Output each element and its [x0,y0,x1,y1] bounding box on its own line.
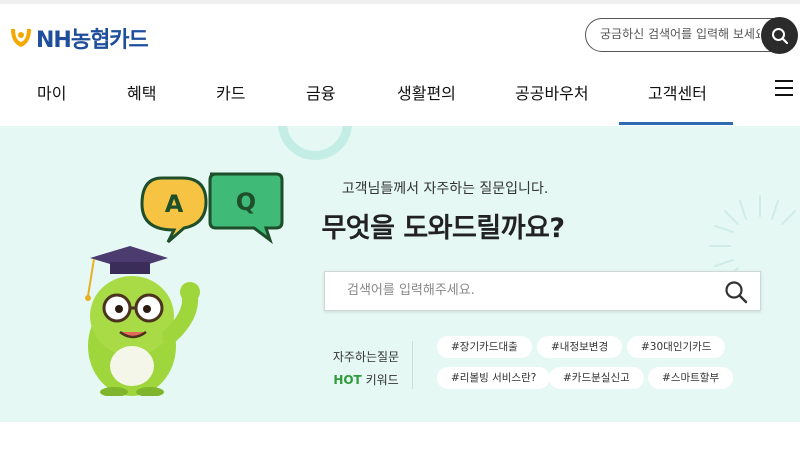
brand-logo[interactable]: NH농협카드 [8,22,149,54]
nh-logo-icon [11,29,31,47]
hot-keywords-rest: 키워드 [361,373,399,387]
hot-keywords-line1: 자주하는질문 [332,350,400,364]
keyword-tag[interactable]: #30대인기카드 [627,336,726,358]
active-tab-indicator [619,122,733,125]
keyword-tag[interactable]: #내정보변경 [537,336,623,358]
faq-search-input[interactable] [347,283,707,298]
nav-item-finance[interactable]: 금융 [306,80,335,104]
search-icon [771,27,788,44]
nav-item-life[interactable]: 생활편의 [397,80,456,104]
faq-hero: A Q 고객님들께서 자주하는 질문입니다. 무엇을 도와드릴까요? 검색어를 … [0,126,800,422]
menu-icon[interactable] [775,80,793,96]
search-icon[interactable] [724,280,748,304]
nav-item-customer-center[interactable]: 고객센터 [648,80,707,104]
keywords-divider [412,341,413,389]
keyword-tag[interactable]: #리볼빙 서비스란? [437,367,551,389]
mascot-illustration: A Q [85,172,284,396]
top-search-button[interactable] [761,17,798,54]
brand-name: NH농협카드 [36,28,149,53]
nav-item-voucher[interactable]: 공공바우처 [515,80,589,104]
header: NH농협카드 [0,4,800,66]
hot-badge: HOT [333,373,362,387]
hero-subtitle: 고객님들께서 자주하는 질문입니다. [341,181,549,197]
decorative-circle [278,126,352,160]
top-search-input[interactable] [600,27,760,41]
faq-search-box [324,271,761,311]
hot-keywords-label: 자주하는질문 HOT 키워드 [326,348,406,388]
main-nav: 마이 혜택 카드 금융 생활편의 공공바우처 고객센터 [0,66,800,126]
nav-item-benefits[interactable]: 혜택 [127,80,156,104]
hero-title: 무엇을 도와드릴까요? [321,213,565,244]
nav-item-my[interactable]: 마이 [37,80,66,104]
keyword-tag[interactable]: #장기카드대출 [437,336,532,358]
keyword-tag[interactable]: #카드분실신고 [549,367,644,389]
hot-keywords-line2: HOT 키워드 [326,371,406,388]
keyword-tag[interactable]: #스마트할부 [648,367,734,389]
top-search-box [585,17,798,54]
nav-item-card[interactable]: 카드 [216,80,245,104]
